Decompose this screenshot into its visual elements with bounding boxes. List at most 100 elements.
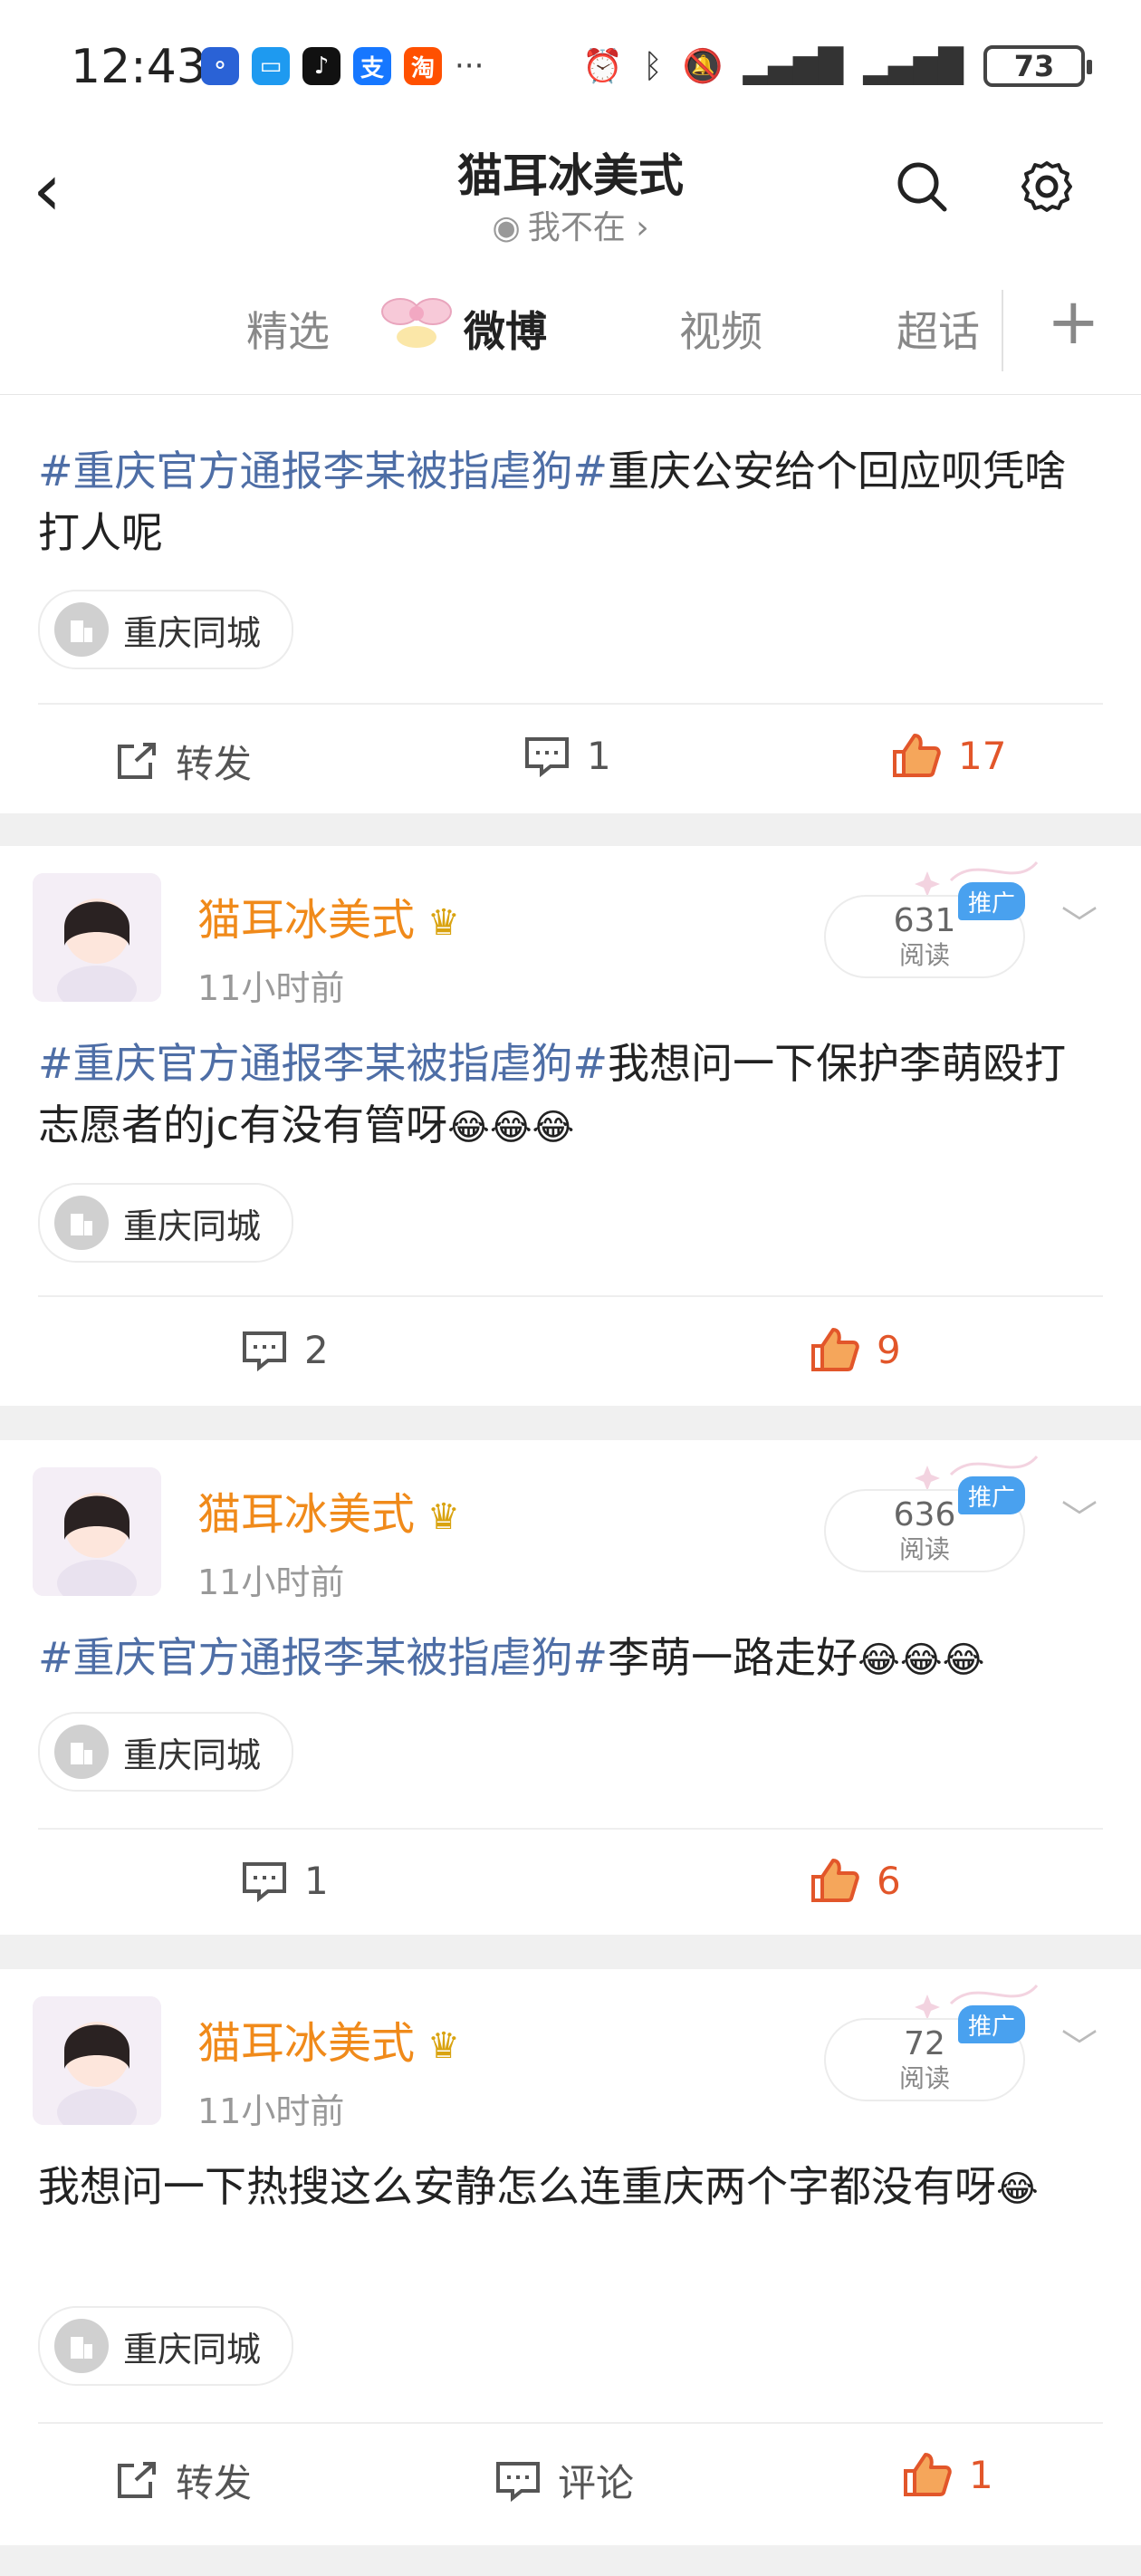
avatar[interactable] xyxy=(33,1467,161,1596)
avatar[interactable] xyxy=(33,873,161,1002)
thumbs-up-icon xyxy=(811,1328,859,1371)
tab-supertopic[interactable]: 超话 xyxy=(896,299,980,359)
repost-button[interactable]: 转发 xyxy=(114,2453,252,2508)
repost-label: 转发 xyxy=(176,2461,253,2505)
repost-icon xyxy=(118,742,156,779)
repost-button[interactable]: 转发 xyxy=(114,734,252,789)
building-icon xyxy=(54,1725,109,1779)
subtitle-text: 我不在 xyxy=(527,209,626,246)
search-icon[interactable] xyxy=(895,159,949,214)
post-text[interactable]: #重庆官方通报李某被指虐狗#重庆公安给个回应呗凭啥打人呢 xyxy=(38,440,1103,563)
comment-label: 评论 xyxy=(558,2461,635,2505)
post-time: 11小时前 xyxy=(197,968,345,1008)
thumbs-up-icon xyxy=(893,734,941,777)
taobao-app-icon: 淘 xyxy=(404,47,442,85)
status-app-icons: ⚬ ▭ ♪ 支 淘 ··· xyxy=(201,47,484,85)
comment-count: 1 xyxy=(587,734,611,778)
post-card: 猫耳冰美式 ♛ 11小时前 631 阅读 推广 ﹀ #重庆官方通报李某被指虐狗#我想… xyxy=(0,846,1141,1406)
alarm-icon: ⏰ xyxy=(582,48,624,85)
comment-icon xyxy=(243,1861,286,1902)
chevron-down-icon[interactable]: ﹀ xyxy=(1061,1489,1098,1542)
chevron-down-icon[interactable]: ﹀ xyxy=(1061,2018,1098,2071)
battery-icon: 73 xyxy=(983,45,1092,87)
like-button[interactable]: 17 xyxy=(891,732,1006,779)
location-chip[interactable]: 重庆同城 xyxy=(38,1183,294,1263)
comment-button[interactable]: 2 xyxy=(241,1328,329,1372)
like-count: 6 xyxy=(877,1858,901,1903)
comment-icon xyxy=(496,2461,540,2502)
author-name[interactable]: 猫耳冰美式 ♛ xyxy=(197,884,460,947)
like-button[interactable]: 1 xyxy=(902,2451,993,2498)
crown-badge-icon: ♛ xyxy=(427,902,460,944)
post-hashtag[interactable]: #重庆官方通报李某被指虐狗# xyxy=(38,1633,608,1682)
comment-count: 1 xyxy=(304,1859,329,1903)
card-divider xyxy=(38,2422,1103,2424)
post-hashtag[interactable]: #重庆官方通报李某被指虐狗# xyxy=(38,447,608,495)
post-text[interactable]: #重庆官方通报李某被指虐狗#李萌一路走好😂😂😂 xyxy=(38,1627,1103,1691)
post-time: 11小时前 xyxy=(197,1562,345,1602)
post-time: 11小时前 xyxy=(197,2091,345,2131)
author-name[interactable]: 猫耳冰美式 ♛ xyxy=(197,2007,460,2071)
post-text[interactable]: 我想问一下热搜这么安静怎么连重庆两个字都没有呀😂 xyxy=(38,2156,1103,2220)
location-chip[interactable]: 重庆同城 xyxy=(38,2306,294,2386)
view-label: 阅读 xyxy=(898,940,950,970)
chevron-down-icon[interactable]: ﹀ xyxy=(1061,895,1098,947)
view-label: 阅读 xyxy=(898,2063,950,2093)
location-label: 重庆同城 xyxy=(123,2329,262,2369)
crown-badge-icon: ♛ xyxy=(427,1496,460,1538)
more-notifications-icon: ··· xyxy=(455,48,484,84)
author-name-text: 猫耳冰美式 xyxy=(197,895,416,946)
post-card: 猫耳冰美式 ♛ 11小时前 636 阅读 推广 ﹀ #重庆官方通报李某被指虐狗#李萌… xyxy=(0,1440,1141,1935)
crown-badge-icon: ♛ xyxy=(427,2025,460,2067)
weibo-icon: ◉ xyxy=(492,209,521,246)
post-hashtag[interactable]: #重庆官方通报李某被指虐狗# xyxy=(38,1039,608,1088)
like-count: 9 xyxy=(877,1327,901,1372)
location-chip[interactable]: 重庆同城 xyxy=(38,590,294,669)
author-name-text: 猫耳冰美式 xyxy=(197,1489,416,1540)
laughing-emoji-icon: 😂😂😂 xyxy=(858,1639,985,1681)
bank-app-icon: ⚬ xyxy=(201,47,239,85)
promo-badge: 推广 xyxy=(958,1476,1025,1514)
add-tab-icon[interactable]: + xyxy=(1047,290,1100,353)
like-button[interactable]: 6 xyxy=(810,1857,901,1904)
tab-bar: 精选 微博 视频 超话 + xyxy=(0,263,1141,395)
status-indicators: ⏰ ᛒ 🔕 ▂▄▆█ ▂▄▆█ 73 xyxy=(582,45,1092,87)
building-icon xyxy=(54,602,109,657)
comment-button[interactable]: 1 xyxy=(523,734,611,778)
like-count: 17 xyxy=(958,733,1007,778)
comment-button[interactable]: 1 xyxy=(241,1859,329,1903)
status-time: 12:43 xyxy=(71,40,206,94)
nav-bar: ‹ 猫耳冰美式 ◉ 我不在 › xyxy=(0,136,1141,264)
thumbs-up-icon xyxy=(811,1859,859,1902)
post-body: 李萌一路走好 xyxy=(608,1633,858,1682)
author-name[interactable]: 猫耳冰美式 ♛ xyxy=(197,1478,460,1542)
location-label: 重庆同城 xyxy=(123,612,262,653)
card-divider xyxy=(38,1828,1103,1830)
like-button[interactable]: 9 xyxy=(810,1326,901,1373)
page-title: 猫耳冰美式 xyxy=(457,149,684,202)
tiktok-app-icon: ♪ xyxy=(302,47,340,85)
building-icon xyxy=(54,1196,109,1250)
message-app-icon: ▭ xyxy=(252,47,290,85)
card-divider xyxy=(38,703,1103,705)
tab-divider xyxy=(1002,290,1003,371)
location-chip[interactable]: 重庆同城 xyxy=(38,1712,294,1792)
comment-icon xyxy=(243,1331,286,1371)
avatar[interactable] xyxy=(33,1996,161,2125)
tab-video[interactable]: 视频 xyxy=(679,299,762,359)
post-text[interactable]: #重庆官方通报李某被指虐狗#我想问一下保护李萌殴打志愿者的jc有没有管呀😂😂😂 xyxy=(38,1033,1103,1158)
status-subtitle[interactable]: ◉ 我不在 › xyxy=(0,201,1141,248)
signal-icon: ▂▄▆█ xyxy=(743,47,844,85)
promo-badge: 推广 xyxy=(958,882,1025,920)
mute-icon: 🔕 xyxy=(682,48,724,85)
tab-featured[interactable]: 精选 xyxy=(246,299,330,359)
alipay-app-icon: 支 xyxy=(353,47,391,85)
comment-button[interactable]: 评论 xyxy=(494,2453,634,2508)
gear-icon[interactable] xyxy=(1018,158,1076,216)
thumbs-up-icon xyxy=(904,2453,952,2496)
comment-icon xyxy=(525,736,569,777)
status-bar: 12:43 ⚬ ▭ ♪ 支 淘 ··· ⏰ ᛒ 🔕 ▂▄▆█ ▂▄▆█ 73 xyxy=(0,0,1141,136)
repost-label: 转发 xyxy=(176,742,253,786)
battery-level: 73 xyxy=(1013,49,1055,83)
tab-weibo[interactable]: 微博 xyxy=(464,299,547,359)
